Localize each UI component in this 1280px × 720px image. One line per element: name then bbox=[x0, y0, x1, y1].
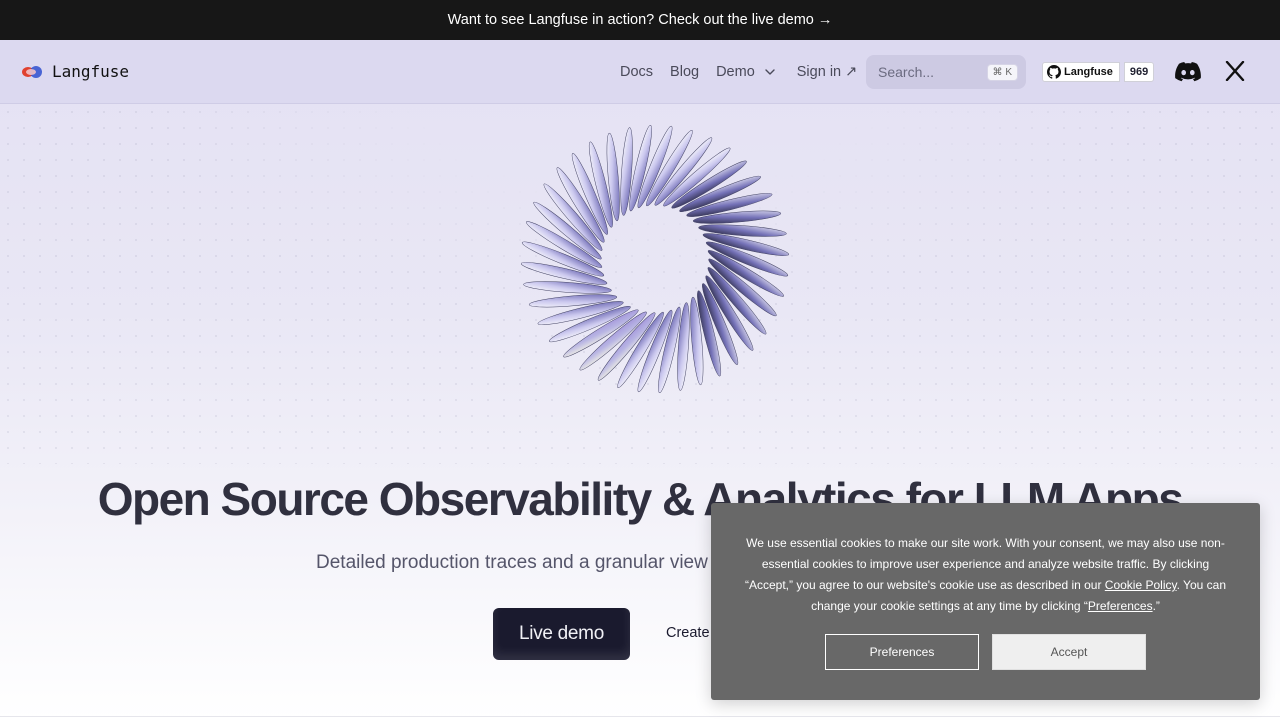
cookie-policy-link[interactable]: Cookie Policy bbox=[1105, 578, 1177, 592]
cookie-accept-button[interactable]: Accept bbox=[992, 634, 1146, 670]
nav-docs-label: Docs bbox=[620, 64, 654, 80]
announcement-bar[interactable]: Want to see Langfuse in action? Check ou… bbox=[0, 0, 1280, 40]
nav-links: Docs Blog Demo Sign in ↗ bbox=[620, 60, 857, 84]
cookie-preferences-link[interactable]: Preferences bbox=[1088, 599, 1153, 613]
cookie-preferences-button[interactable]: Preferences bbox=[825, 634, 979, 670]
announcement-text[interactable]: Want to see Langfuse in action? Check ou… bbox=[448, 12, 833, 28]
logo-text: Langfuse bbox=[52, 62, 130, 81]
github-label-box[interactable]: Langfuse bbox=[1042, 62, 1120, 82]
search-shortcut: ⌘ K bbox=[986, 63, 1018, 81]
cookie-preferences-label: Preferences bbox=[869, 645, 935, 659]
search-input[interactable]: Search... ⌘ K bbox=[866, 55, 1026, 89]
cookie-accept-label: Accept bbox=[1050, 645, 1088, 659]
langfuse-logo-icon bbox=[22, 65, 44, 79]
github-label: Langfuse bbox=[1064, 66, 1113, 78]
section-divider bbox=[0, 716, 1280, 717]
x-icon[interactable] bbox=[1225, 61, 1245, 81]
github-star-count[interactable]: 969 bbox=[1123, 62, 1155, 82]
live-demo-label: Live demo bbox=[519, 623, 604, 644]
github-stars-button[interactable]: Langfuse 969 bbox=[1042, 62, 1155, 82]
nav-signin-label: Sign in ↗ bbox=[796, 64, 858, 80]
discord-icon[interactable] bbox=[1175, 61, 1201, 83]
nav-blog-label: Blog bbox=[670, 64, 700, 80]
live-demo-button[interactable]: Live demo bbox=[493, 608, 630, 660]
cookie-text: We use essential cookies to make our sit… bbox=[741, 533, 1230, 617]
chevron-down-icon bbox=[765, 69, 775, 75]
nav-blog[interactable]: Blog bbox=[670, 60, 699, 84]
github-icon bbox=[1047, 65, 1061, 79]
nav-docs[interactable]: Docs bbox=[620, 60, 653, 84]
nav-demo-label: Demo bbox=[716, 64, 755, 80]
search-placeholder: Search... bbox=[878, 64, 935, 80]
cookie-text-part-3: .” bbox=[1152, 599, 1160, 613]
nav-signin[interactable]: Sign in ↗ bbox=[797, 60, 858, 84]
logo[interactable]: Langfuse bbox=[22, 62, 129, 81]
hero-ring-illustration bbox=[520, 124, 790, 394]
cookie-banner: We use essential cookies to make our sit… bbox=[711, 503, 1260, 700]
nav-demo-dropdown[interactable]: Demo bbox=[716, 60, 778, 84]
